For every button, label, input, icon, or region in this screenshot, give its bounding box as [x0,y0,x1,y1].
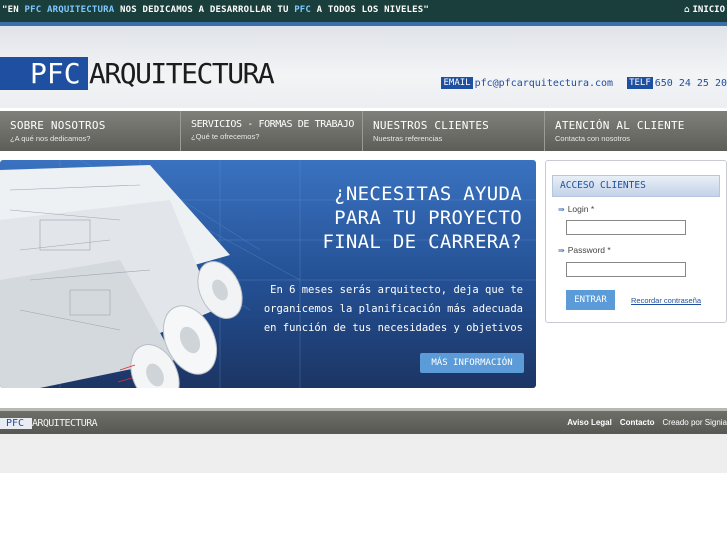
forgot-password-link[interactable]: Recordar contraseña [631,296,701,305]
footer-link-aviso-legal[interactable]: Aviso Legal [567,418,612,427]
headline-line: FINAL DE CARRERA? [322,231,522,253]
top-bar: "EN PFC ARQUITECTURA NOS DEDICAMOS A DES… [0,0,727,22]
login-label: ⇛ Login * [558,204,594,214]
login-input[interactable] [566,220,686,235]
nav-item-subtitle: Contacta con nosotros [555,134,631,143]
home-link[interactable]: ⌂ INICIO [684,5,725,15]
slogan-highlight: PFC ARQUITECTURA [24,5,115,15]
footer-logo-arquitectura: ARQUITECTURA [32,418,98,429]
nav-item-atencion-cliente[interactable]: ATENCIÓN AL CLIENTE Contacta con nosotro… [545,111,727,151]
hero-banner: ¿NECESITAS AYUDA PARA TU PROYECTO FINAL … [0,160,536,388]
nav-item-subtitle: Nuestras referencias [373,134,443,143]
phone-tag: TELF [627,77,653,89]
footer-bottom-band [0,434,727,473]
login-label-text: Login * [567,204,595,214]
nav-item-title: NUESTROS CLIENTES [373,119,489,132]
header-contact: EMAIL pfc@pfcarquitectura.com TELF 650 2… [441,77,727,89]
footer-logo-pfc: PFC [0,418,32,429]
login-panel-title: ACCESO CLIENTES [552,175,720,197]
phone-number: 650 24 25 20 [654,77,727,89]
header: PFC ARQUITECTURA EMAIL pfc@pfcarquitectu… [0,26,727,108]
password-label-text: Password * [567,245,611,255]
footer: PFC ARQUITECTURA Aviso Legal Contacto Cr… [0,411,727,434]
nav-item-subtitle: ¿A qué nos dedicamos? [10,134,91,143]
nav-item-title: ATENCIÓN AL CLIENTE [555,119,685,132]
footer-logo[interactable]: PFC ARQUITECTURA [0,418,98,429]
banner-text-line: en función de tus necesidades y objetivo… [263,322,523,334]
nav-item-title: SERVICIOS - FORMAS DE TRABAJO [191,119,354,130]
logo-arquitectura: ARQUITECTURA [89,57,275,90]
slogan-highlight: PFC [294,5,312,15]
nav-item-sobre-nosotros[interactable]: SOBRE NOSOTROS ¿A qué nos dedicamos? [0,111,181,151]
password-input[interactable] [566,262,686,277]
home-icon: ⌂ [684,5,690,15]
client-login-panel: ACCESO CLIENTES ⇛ Login * ⇛ Password * ENT… [545,160,727,323]
slogan-text: "EN [2,5,25,15]
banner-text-line: organicemos la planificación más adecuad… [263,303,523,315]
nav-item-title: SOBRE NOSOTROS [10,119,106,132]
home-link-label: INICIO [692,5,725,15]
email-link[interactable]: pfc@pfcarquitectura.com [475,78,613,89]
password-label: ⇛ Password * [558,245,611,255]
headline-line: ¿NECESITAS AYUDA [334,183,522,205]
nav-item-servicios[interactable]: SERVICIOS - FORMAS DE TRABAJO ¿Qué te of… [181,111,363,151]
slogan-text: NOS DEDICAMOS A DESARROLLAR TU [114,5,295,15]
banner-text: En 6 meses serás arquitecto, deja que te… [264,281,523,338]
enter-button[interactable]: ENTRAR [566,290,615,310]
arrow-icon: ⇛ [558,205,565,214]
headline-line: PARA TU PROYECTO [334,207,522,229]
banner-headline: ¿NECESITAS AYUDA PARA TU PROYECTO FINAL … [322,182,522,254]
footer-link-contacto[interactable]: Contacto [620,418,655,427]
site-logo[interactable]: PFC ARQUITECTURA [0,57,275,90]
logo-pfc: PFC [0,57,88,90]
slogan: "EN PFC ARQUITECTURA NOS DEDICAMOS A DES… [2,5,429,15]
banner-text-line: En 6 meses serás arquitecto, deja que te [270,284,523,296]
slogan-text: A TODOS LOS NIVELES" [311,5,430,15]
more-info-button[interactable]: MÁS INFORMACIÓN [420,353,524,373]
email-tag: EMAIL [441,77,473,89]
footer-credit[interactable]: Creado por Signia [663,418,727,427]
main-nav: SOBRE NOSOTROS ¿A qué nos dedicamos? SER… [0,111,727,151]
nav-item-nuestros-clientes[interactable]: NUESTROS CLIENTES Nuestras referencias [363,111,545,151]
footer-links: Aviso Legal Contacto Creado por Signia [559,418,727,427]
arrow-icon: ⇛ [558,246,565,255]
nav-item-subtitle: ¿Qué te ofrecemos? [191,132,260,141]
